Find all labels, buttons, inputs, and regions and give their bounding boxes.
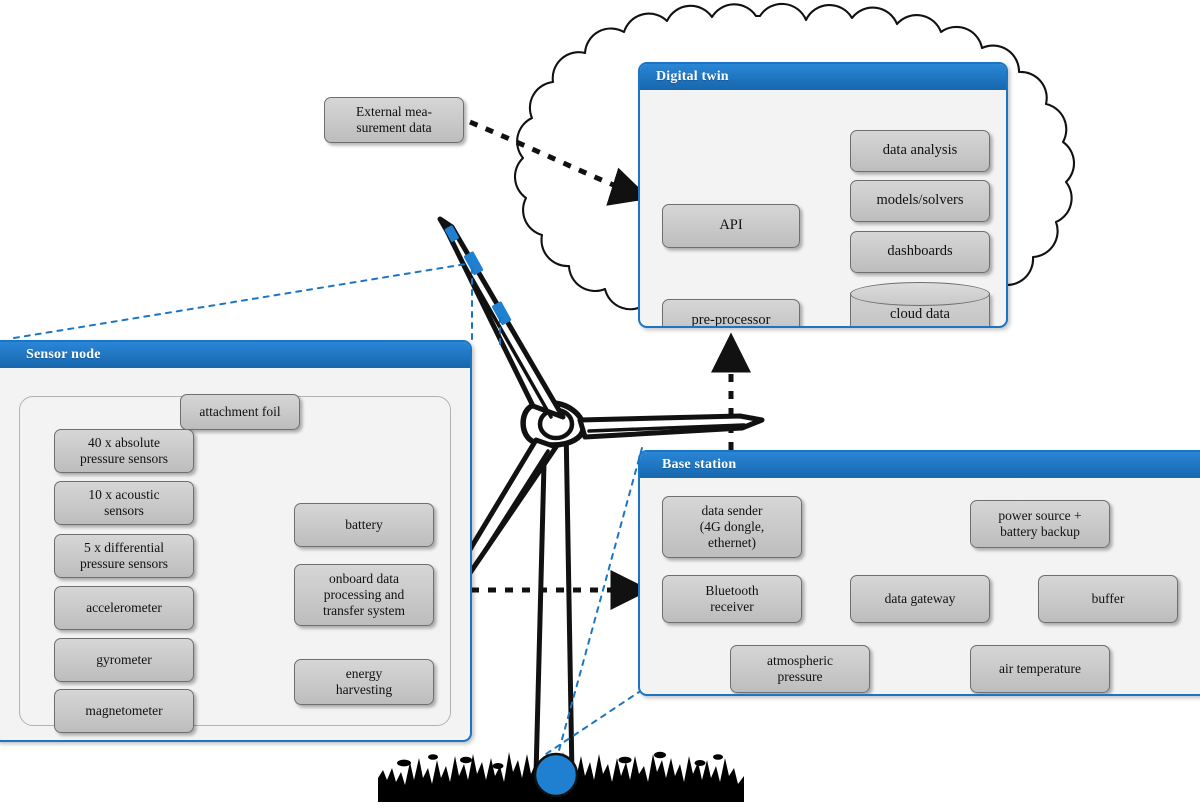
- differential-pressure-sensors-node[interactable]: 5 x differential pressure sensors: [54, 534, 194, 578]
- external-label-line2: surement data: [356, 120, 432, 135]
- bluetooth-line1: Bluetooth: [705, 583, 759, 599]
- data-sender-node[interactable]: data sender (4G dongle, ethernet): [662, 496, 802, 558]
- buffer-node[interactable]: buffer: [1038, 575, 1178, 623]
- external-label-line1: External mea-: [355, 104, 433, 120]
- sensor-node-body: attachment foil 40 x absolute pressure s…: [0, 368, 470, 740]
- atmospheric-line2: pressure: [777, 669, 823, 684]
- atmospheric-pressure-node[interactable]: atmospheric pressure: [730, 645, 870, 693]
- cloud-storage-line2: storage: [890, 323, 950, 326]
- power-source-node[interactable]: power source + battery backup: [970, 500, 1110, 548]
- sensor-node-panel[interactable]: Sensor node attachment foil 40 x absolut…: [0, 340, 472, 742]
- onboard-line1: onboard data: [328, 571, 400, 587]
- data-sender-line3: ethernet): [708, 534, 756, 550]
- acoustic-line1: 10 x acoustic: [88, 487, 160, 503]
- abs-pressure-line1: 40 x absolute: [88, 435, 160, 451]
- onboard-processing-node[interactable]: onboard data processing and transfer sys…: [294, 564, 434, 626]
- sensor-node-header: Sensor node: [0, 342, 470, 368]
- api-node[interactable]: API: [662, 204, 800, 248]
- air-temperature-node[interactable]: air temperature: [970, 645, 1110, 693]
- diff-pressure-line2: pressure sensors: [79, 556, 169, 571]
- cloud-storage-label: cloud data storage: [850, 298, 990, 326]
- absolute-pressure-sensors-node[interactable]: 40 x absolute pressure sensors: [54, 429, 194, 473]
- diff-pressure-line1: 5 x differential: [84, 540, 164, 556]
- energy-line1: energy: [345, 666, 383, 682]
- base-station-body: data sender (4G dongle, ethernet) Blueto…: [640, 478, 1200, 694]
- cloud-data-storage-node[interactable]: cloud data storage: [850, 282, 990, 326]
- gyrometer-node[interactable]: gyrometer: [54, 638, 194, 682]
- data-gateway-node[interactable]: data gateway: [850, 575, 990, 623]
- acoustic-sensors-node[interactable]: 10 x acoustic sensors: [54, 481, 194, 525]
- models-solvers-node[interactable]: models/solvers: [850, 180, 990, 222]
- acoustic-line2: sensors: [104, 503, 144, 518]
- cloud-storage-line1: cloud data: [890, 305, 950, 322]
- data-sender-line1: data sender: [701, 503, 763, 519]
- energy-line2: harvesting: [335, 682, 393, 697]
- digital-twin-header: Digital twin: [640, 64, 1006, 90]
- power-source-line2: battery backup: [1000, 524, 1080, 539]
- battery-node[interactable]: battery: [294, 503, 434, 547]
- dashboards-node[interactable]: dashboards: [850, 231, 990, 273]
- abs-pressure-line2: pressure sensors: [79, 451, 169, 466]
- base-station-header: Base station: [640, 452, 1200, 478]
- base-station-panel[interactable]: Base station data sender (4G dongle, eth…: [638, 450, 1200, 696]
- attachment-foil-node[interactable]: attachment foil: [180, 394, 300, 430]
- onboard-line3: transfer system: [322, 602, 406, 618]
- accelerometer-node[interactable]: accelerometer: [54, 586, 194, 630]
- digital-twin-body: API pre-processor data analysis models/s…: [640, 90, 1006, 326]
- external-measurement-data-node[interactable]: External mea- surement data: [324, 97, 464, 143]
- data-sender-line2: (4G dongle,: [699, 519, 765, 535]
- power-source-line1: power source +: [998, 508, 1082, 524]
- bluetooth-receiver-node[interactable]: Bluetooth receiver: [662, 575, 802, 623]
- diagram-canvas: External mea- surement data Digital twin…: [0, 0, 1200, 810]
- onboard-line2: processing and: [323, 587, 405, 603]
- data-analysis-node[interactable]: data analysis: [850, 130, 990, 172]
- digital-twin-panel[interactable]: Digital twin API pre-processor data anal…: [638, 62, 1008, 328]
- ground-grass: [378, 751, 744, 802]
- atmospheric-line1: atmospheric: [767, 653, 833, 669]
- bluetooth-line2: receiver: [710, 599, 754, 614]
- magnetometer-node[interactable]: magnetometer: [54, 689, 194, 733]
- pre-processor-node[interactable]: pre-processor: [662, 299, 800, 326]
- base-station-marker-circle: [533, 752, 579, 798]
- energy-harvesting-node[interactable]: energy harvesting: [294, 659, 434, 705]
